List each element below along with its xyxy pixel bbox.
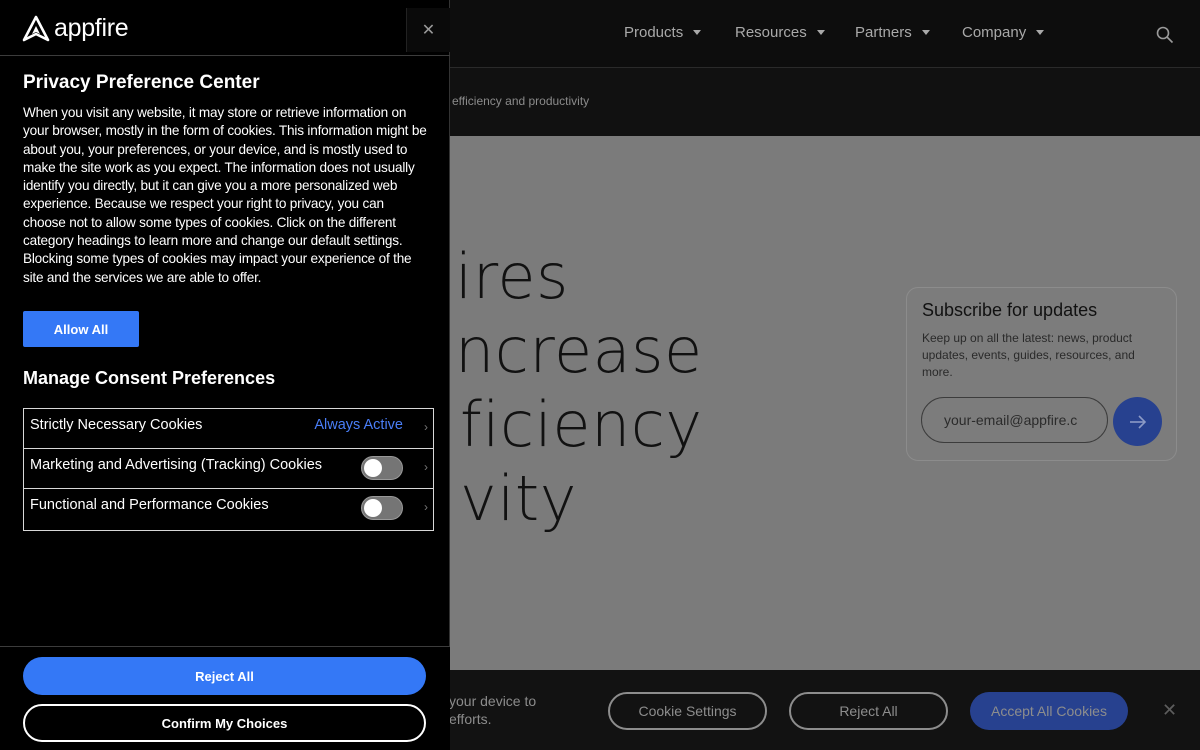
panel-footer: Reject All Confirm My Choices <box>0 646 450 750</box>
toggle-knob <box>364 459 382 477</box>
cookie-banner-text: your device to efforts. <box>449 693 537 727</box>
nav-company[interactable]: Company <box>962 24 1045 41</box>
hero-heading-line-4: vity <box>460 462 577 535</box>
nav-company-label: Company <box>962 24 1027 41</box>
panel-header: appfire ✕ <box>0 0 450 56</box>
appfire-logo: appfire <box>22 14 129 43</box>
hero-heading-line-3: ficiency <box>460 388 703 461</box>
functional-cookies-toggle[interactable] <box>361 496 403 520</box>
close-icon: ✕ <box>421 22 436 39</box>
arrow-right-icon <box>1129 414 1146 429</box>
category-strictly-necessary[interactable]: Strictly Necessary Cookies Always Active… <box>24 409 433 449</box>
subscribe-title: Subscribe for updates <box>922 300 1098 320</box>
email-input[interactable] <box>921 397 1108 443</box>
subscribe-card: Subscribe for updates Keep up on all the… <box>906 287 1177 461</box>
marketing-cookies-toggle[interactable] <box>361 456 403 480</box>
hero-heading-line-2: ncrease <box>455 314 703 387</box>
banner-reject-all-button[interactable]: Reject All <box>789 692 948 730</box>
caret-down-icon <box>693 30 702 35</box>
privacy-preference-panel: appfire ✕ Privacy Preference Center When… <box>0 0 450 750</box>
chevron-right-icon: › <box>424 500 428 514</box>
category-label: Strictly Necessary Cookies <box>30 417 203 433</box>
nav-partners-label: Partners <box>855 24 912 41</box>
nav-partners[interactable]: Partners <box>855 24 930 41</box>
cookie-category-list: Strictly Necessary Cookies Always Active… <box>23 408 434 531</box>
nav-resources[interactable]: Resources <box>735 24 825 41</box>
reject-all-button[interactable]: Reject All <box>23 657 426 695</box>
chevron-right-icon: › <box>424 460 428 474</box>
chevron-right-icon: › <box>424 420 428 434</box>
caret-down-icon <box>816 30 825 35</box>
subscribe-text: Keep up on all the latest: news, product… <box>922 331 1135 379</box>
banner-close-icon[interactable]: ✕ <box>1162 700 1177 721</box>
manage-consent-title: Manage Consent Preferences <box>23 368 276 388</box>
subscribe-submit-button[interactable] <box>1113 397 1162 446</box>
close-panel-button[interactable]: ✕ <box>406 8 450 52</box>
panel-description: When you visit any website, it may store… <box>23 105 427 285</box>
hero-heading-line-1: ires <box>455 240 569 313</box>
caret-down-icon <box>1036 30 1045 35</box>
always-active-status: Always Active <box>314 417 403 433</box>
search-icon[interactable] <box>1156 26 1174 44</box>
accept-all-cookies-button[interactable]: Accept All Cookies <box>970 692 1128 730</box>
category-functional-performance[interactable]: Functional and Performance Cookies › <box>24 489 433 530</box>
logo-text: appfire <box>54 14 129 42</box>
nav-resources-label: Resources <box>735 24 807 41</box>
appfire-logo-icon <box>22 15 50 41</box>
panel-title: Privacy Preference Center <box>23 72 260 93</box>
confirm-choices-button[interactable]: Confirm My Choices <box>23 704 426 742</box>
cookie-settings-button[interactable]: Cookie Settings <box>608 692 767 730</box>
category-marketing-advertising[interactable]: Marketing and Advertising (Tracking) Coo… <box>24 449 433 489</box>
nav-products-label: Products <box>624 24 684 41</box>
toggle-knob <box>364 499 382 517</box>
caret-down-icon <box>921 30 930 35</box>
allow-all-button[interactable]: Allow All <box>23 311 139 347</box>
category-label: Marketing and Advertising (Tracking) Coo… <box>30 457 323 473</box>
subbar-text: w efficiency and productivity <box>440 94 590 108</box>
category-label: Functional and Performance Cookies <box>30 497 269 513</box>
nav-products[interactable]: Products <box>624 24 702 41</box>
